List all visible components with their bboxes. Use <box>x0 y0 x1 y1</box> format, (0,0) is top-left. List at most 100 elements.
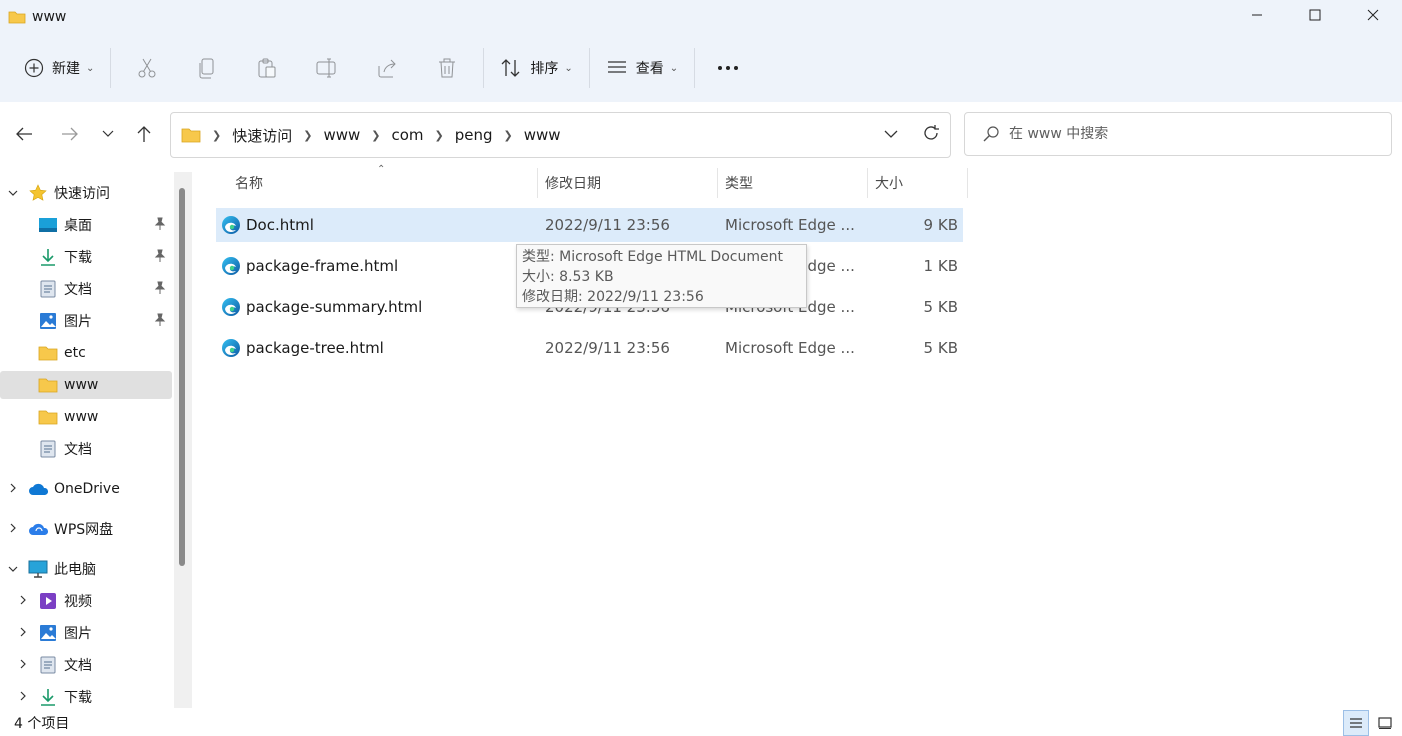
column-divider[interactable] <box>537 168 538 198</box>
file-type: Microsoft Edge ... <box>725 339 855 357</box>
sidebar-item[interactable]: 文档 <box>0 275 172 303</box>
sidebar-item[interactable]: WPS网盘 <box>0 515 172 543</box>
close-button[interactable] <box>1344 0 1402 30</box>
sidebar-item[interactable]: 图片 <box>0 619 172 647</box>
file-name: package-summary.html <box>246 298 423 316</box>
maximize-icon <box>1309 9 1321 21</box>
chevron-down-icon[interactable] <box>6 563 20 576</box>
chevron-right-icon[interactable] <box>16 691 30 704</box>
scissors-icon <box>138 58 156 78</box>
sidebar-item[interactable]: 下载 <box>0 243 172 271</box>
more-icon <box>718 66 739 70</box>
sidebar-item[interactable]: 快速访问 <box>0 179 172 207</box>
file-size: 5 KB <box>923 298 958 316</box>
toolbar-divider <box>588 48 590 88</box>
sidebar-item[interactable]: 桌面 <box>0 211 172 239</box>
copy-button[interactable] <box>177 46 237 90</box>
new-button[interactable]: 新建 ⌄ <box>14 46 104 90</box>
recent-locations-button[interactable] <box>94 120 122 148</box>
folder-icon <box>8 10 26 24</box>
breadcrumb-separator[interactable]: ❯ <box>371 129 380 142</box>
file-date: 2022/9/11 23:56 <box>545 339 670 357</box>
back-button[interactable] <box>10 120 38 148</box>
paste-button[interactable] <box>237 46 297 90</box>
view-button[interactable]: 查看 ⌄ <box>596 46 688 90</box>
delete-button[interactable] <box>417 46 477 90</box>
chevron-right-icon[interactable] <box>16 627 30 640</box>
column-header-name[interactable]: 名称 <box>235 164 263 202</box>
download-icon <box>38 688 58 706</box>
new-label: 新建 <box>52 61 80 77</box>
pictures-icon <box>38 312 58 330</box>
maximize-button[interactable] <box>1286 0 1344 30</box>
tiles-view-icon <box>1378 717 1392 729</box>
chevron-right-icon[interactable] <box>6 483 20 496</box>
sidebar-scrollbar-thumb[interactable] <box>179 188 185 566</box>
sidebar-item[interactable]: 文档 <box>0 435 172 463</box>
sidebar-item[interactable]: 视频 <box>0 587 172 615</box>
rename-button[interactable] <box>297 46 357 90</box>
column-header-date[interactable]: 修改日期 <box>545 164 601 202</box>
cut-button[interactable] <box>117 46 177 90</box>
chevron-down-icon: ⌄ <box>86 62 95 74</box>
sidebar-item-label: 文档 <box>64 658 92 674</box>
command-bar: 新建 ⌄ 排序 ⌄ 查看 ⌄ <box>0 34 1402 102</box>
breadcrumb-item[interactable]: www <box>524 126 561 144</box>
breadcrumb-item[interactable]: com <box>391 126 423 144</box>
sidebar-item-label: 文档 <box>64 282 92 298</box>
breadcrumb-item[interactable]: peng <box>455 126 493 144</box>
chevron-down-icon[interactable] <box>6 187 20 200</box>
window-title: www <box>32 9 67 25</box>
tiles-view-button[interactable] <box>1372 710 1398 736</box>
address-history-button[interactable] <box>884 127 898 143</box>
file-row[interactable]: package-tree.html 2022/9/11 23:56 Microsof… <box>216 331 963 365</box>
column-header-type[interactable]: 类型 <box>725 164 753 202</box>
sidebar-item-label: WPS网盘 <box>54 522 114 538</box>
column-divider[interactable] <box>967 168 968 198</box>
sidebar-item[interactable]: etc <box>0 339 172 367</box>
chevron-right-icon[interactable] <box>16 595 30 608</box>
sidebar-item[interactable]: 下载 <box>0 683 172 708</box>
arrow-right-icon <box>62 127 78 141</box>
search-box[interactable] <box>964 112 1392 156</box>
sidebar-item[interactable]: 此电脑 <box>0 555 172 583</box>
sidebar-item[interactable]: www <box>0 403 172 431</box>
file-name: package-frame.html <box>246 257 399 275</box>
breadcrumb-item[interactable]: www <box>323 126 360 144</box>
sidebar-item[interactable]: 文档 <box>0 651 172 679</box>
sidebar-item-label: 下载 <box>64 690 92 706</box>
refresh-button[interactable] <box>922 124 940 146</box>
sidebar-item-label: www <box>64 409 99 425</box>
share-button[interactable] <box>357 46 417 90</box>
edge-html-icon <box>221 256 241 276</box>
file-date: 2022/9/11 23:56 <box>545 216 670 234</box>
file-row[interactable]: Doc.html 2022/9/11 23:56 Microsoft Edge ..… <box>216 208 963 242</box>
column-header-size[interactable]: 大小 <box>875 164 903 202</box>
sidebar-item[interactable]: 图片 <box>0 307 172 335</box>
edge-html-icon <box>221 215 241 235</box>
details-view-button[interactable] <box>1343 710 1369 736</box>
breadcrumb-separator[interactable]: ❯ <box>303 129 312 142</box>
chevron-right-icon[interactable] <box>16 659 30 672</box>
chevron-right-icon[interactable] <box>6 523 20 536</box>
arrow-up-icon <box>137 126 151 142</box>
clipboard-icon <box>258 58 276 78</box>
minimize-button[interactable] <box>1228 0 1286 30</box>
sidebar-item[interactable]: OneDrive <box>0 475 172 503</box>
column-divider[interactable] <box>867 168 868 198</box>
more-options-button[interactable] <box>701 46 755 90</box>
address-bar[interactable]: ❯ 快速访问 ❯ www ❯ com ❯ peng ❯ www <box>170 112 951 158</box>
breadcrumb-separator[interactable]: ❯ <box>435 129 444 142</box>
sort-button[interactable]: 排序 ⌄ <box>490 46 582 90</box>
navigation-row: ❯ 快速访问 ❯ www ❯ com ❯ peng ❯ www <box>0 102 1402 164</box>
chevron-down-icon <box>102 130 114 137</box>
up-button[interactable] <box>130 120 158 148</box>
sidebar-item[interactable]: www <box>0 371 172 399</box>
sidebar-item-label: www <box>64 377 99 393</box>
file-size: 5 KB <box>923 339 958 357</box>
breadcrumb-separator[interactable]: ❯ <box>504 129 513 142</box>
breadcrumb-item[interactable]: 快速访问 <box>232 125 292 146</box>
forward-button[interactable] <box>56 120 84 148</box>
column-divider[interactable] <box>717 168 718 198</box>
search-input[interactable] <box>1009 126 1389 142</box>
